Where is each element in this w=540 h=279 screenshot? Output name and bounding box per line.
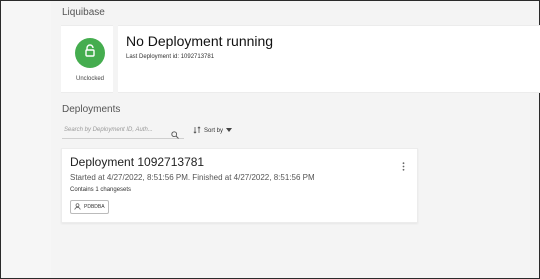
deployment-title: Deployment 1092713781: [70, 155, 205, 169]
more-options-icon[interactable]: [402, 158, 405, 176]
last-deployment-id: Last Deployment id: 1092713781: [126, 54, 215, 60]
caret-down-icon: [226, 128, 233, 134]
sort-icon: [193, 126, 201, 136]
user-icon: [74, 202, 81, 212]
lock-status-label: Unclocked: [75, 76, 104, 82]
sort-by-button[interactable]: Sort by: [193, 126, 233, 136]
sort-by-label: Sort by: [204, 128, 224, 134]
search-icon[interactable]: [171, 126, 179, 144]
lock-status-badge: [75, 38, 105, 68]
lock-status-card: Unclocked: [61, 25, 113, 93]
deployment-card[interactable]: Deployment 1092713781 Started at 4/27/20…: [61, 148, 418, 223]
deployment-times: Started at 4/27/2022, 8:51:56 PM. Finish…: [70, 173, 315, 182]
author-chip: PDBDBA: [70, 200, 109, 214]
search-placeholder: Search by Deployment ID, Auth...: [64, 127, 153, 133]
left-navigation-strip: [1, 1, 51, 277]
deployment-search-input[interactable]: Search by Deployment ID, Auth...: [62, 124, 184, 139]
unlock-icon: [84, 44, 96, 62]
deployment-status-card: No Deployment running Last Deployment id…: [118, 25, 540, 93]
author-name: PDBDBA: [84, 204, 105, 210]
deployments-heading: Deployments: [62, 104, 121, 115]
app-title: Liquibase: [62, 7, 105, 18]
deployment-changesets: Contains 1 changesets: [70, 187, 132, 193]
deployment-status-title: No Deployment running: [126, 33, 274, 49]
